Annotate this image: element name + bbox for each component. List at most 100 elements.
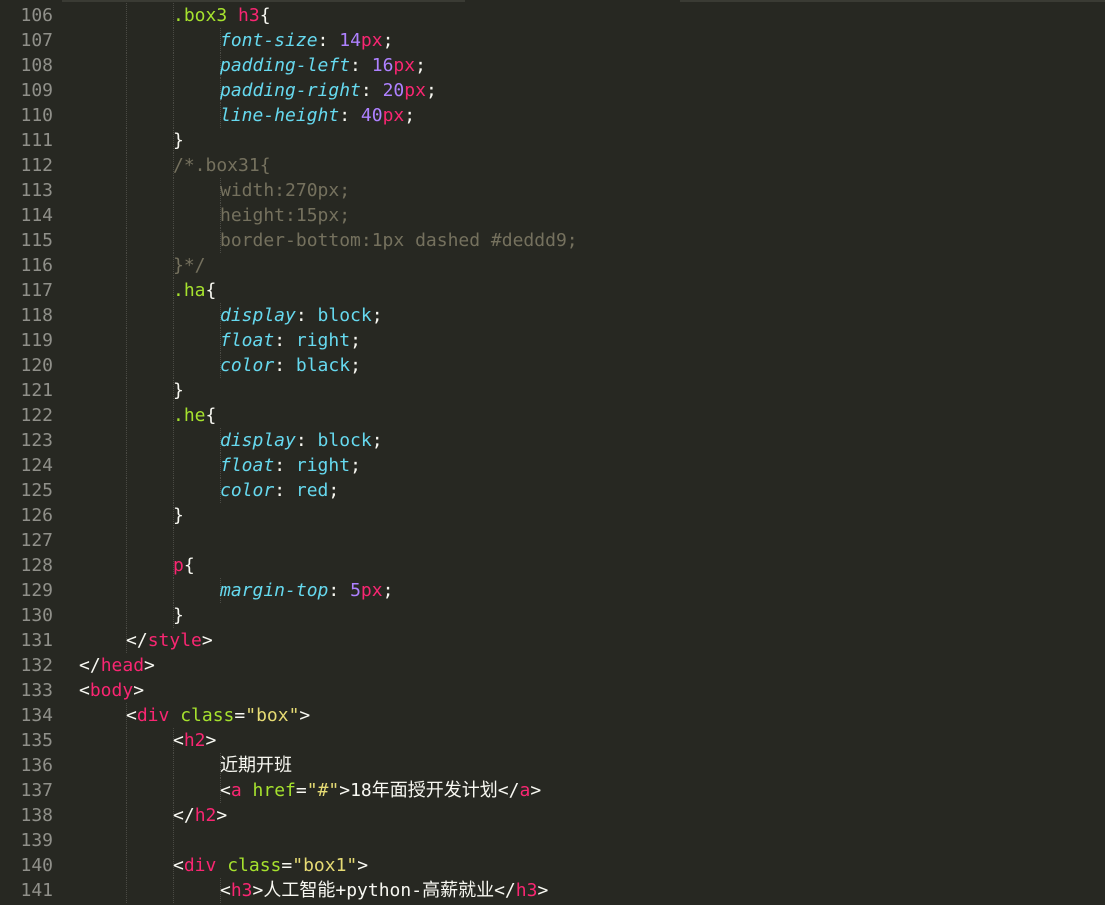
code-content: color: black; xyxy=(220,353,361,378)
token-punct: </ xyxy=(79,655,101,676)
token-tag: p xyxy=(173,555,184,576)
token-val: right xyxy=(295,455,351,476)
code-line: margin-top: 5px; xyxy=(62,578,1105,603)
code-line: border-bottom:1px dashed #deddd9; xyxy=(62,228,1105,253)
code-content: .ha{ xyxy=(173,278,216,303)
token-punct: > xyxy=(537,880,549,901)
line-number: 136 xyxy=(20,755,53,776)
line-number: 127 xyxy=(20,530,53,551)
line-number: 139 xyxy=(20,830,53,851)
token-attr: class xyxy=(180,705,235,726)
token-tag: h3 xyxy=(238,5,260,26)
token-punct: < xyxy=(220,880,231,901)
token-punct: ; xyxy=(350,330,361,351)
code-content: .he{ xyxy=(173,403,216,428)
token-punct: } xyxy=(173,505,184,526)
line-number: 121 xyxy=(20,380,53,401)
code-content: </head> xyxy=(79,653,155,678)
indent-guide xyxy=(126,328,127,353)
token-punct: > xyxy=(201,630,213,651)
token-punct: ; xyxy=(382,580,394,601)
code-line: /*.box31{ xyxy=(62,153,1105,178)
token-val: red xyxy=(295,480,329,501)
code-line: <div class="box"> xyxy=(62,703,1105,728)
token-attr: class xyxy=(227,855,282,876)
token-punct: ; xyxy=(350,355,361,376)
line-number: 138 xyxy=(20,805,53,826)
token-punct: < xyxy=(220,780,231,801)
code-area[interactable]: .box3 h3{font-size: 14px; padding-left: 1… xyxy=(62,3,1105,903)
line-number: 140 xyxy=(20,855,53,876)
indent-guide xyxy=(126,253,127,278)
code-content: .box3 h3{ xyxy=(173,3,271,28)
token-prop: line-height xyxy=(220,105,340,126)
indent-guide xyxy=(126,778,127,803)
code-line: line-height: 40px; xyxy=(62,103,1105,128)
code-line: float: right; xyxy=(62,453,1105,478)
code-editor[interactable]: 106 107 108 109 110 111 112 113 114 115 116 117 118 1… xyxy=(0,0,1105,905)
line-number-gutter: 106 107 108 109 110 111 112 113 114 115 116 117 118 1… xyxy=(0,3,62,903)
code-content: p{ xyxy=(173,553,195,578)
token-sel: .ha xyxy=(173,280,206,301)
line-number: 117 xyxy=(20,280,53,301)
token-punct: ; xyxy=(382,30,394,51)
token-tag: a xyxy=(519,780,531,801)
code-content: </h2> xyxy=(173,803,227,828)
line-number: 107 xyxy=(20,30,53,51)
token-punct: > xyxy=(299,705,311,726)
token-punct: ; xyxy=(425,80,437,101)
code-line: <h2> xyxy=(62,728,1105,753)
token-punct: > xyxy=(133,680,145,701)
token-comment: width:270px; xyxy=(220,180,351,201)
indent-guide xyxy=(126,453,127,478)
token-text: 近期开班 xyxy=(220,755,292,776)
indent-guide xyxy=(173,53,174,78)
line-number: 141 xyxy=(20,880,53,901)
indent-guide xyxy=(126,203,127,228)
line-number: 132 xyxy=(20,655,53,676)
token-str: "box1" xyxy=(292,855,358,876)
token-tag: head xyxy=(100,655,145,676)
token-tag: body xyxy=(89,680,134,701)
line-number: 111 xyxy=(20,130,53,151)
token-prop: color xyxy=(220,480,275,501)
indent-guide xyxy=(126,728,127,753)
token-str: "#" xyxy=(306,780,340,801)
token-punct: < xyxy=(126,705,137,726)
line-number: 131 xyxy=(20,630,53,651)
indent-guide xyxy=(126,503,127,528)
code-content: </style> xyxy=(126,628,213,653)
indent-guide xyxy=(126,553,127,578)
indent-guide xyxy=(173,78,174,103)
token-punct: < xyxy=(173,855,184,876)
token-tag: h3 xyxy=(515,880,538,901)
indent-guide xyxy=(173,103,174,128)
token-punct: ; xyxy=(328,480,340,501)
token-tag: a xyxy=(230,780,242,801)
indent-guide xyxy=(126,578,127,603)
token-prop: float xyxy=(220,330,275,351)
indent-guide xyxy=(173,178,174,203)
token-prop: color xyxy=(220,355,275,376)
token-punct: : xyxy=(274,355,296,376)
code-line: display: block; xyxy=(62,303,1105,328)
token-unit: px xyxy=(360,580,383,601)
code-line: color: red; xyxy=(62,478,1105,503)
token-punct: > xyxy=(144,655,155,676)
indent-guide xyxy=(126,528,127,553)
token-punct: > xyxy=(252,880,264,901)
token-punct: } xyxy=(173,380,184,401)
indent-guide xyxy=(173,428,174,453)
token-punct: ; xyxy=(415,55,426,76)
token-comment: height:15px; xyxy=(220,205,351,226)
token-punct: > xyxy=(339,780,351,801)
token-unit: px xyxy=(404,80,426,101)
indent-guide xyxy=(173,828,174,853)
indent-guide xyxy=(126,753,127,778)
indent-guide xyxy=(126,853,127,878)
code-line: </h2> xyxy=(62,803,1105,828)
code-content: <h3>人工智能+python-高薪就业</h3> xyxy=(220,878,548,903)
code-line: } xyxy=(62,503,1105,528)
line-number: 130 xyxy=(20,605,53,626)
